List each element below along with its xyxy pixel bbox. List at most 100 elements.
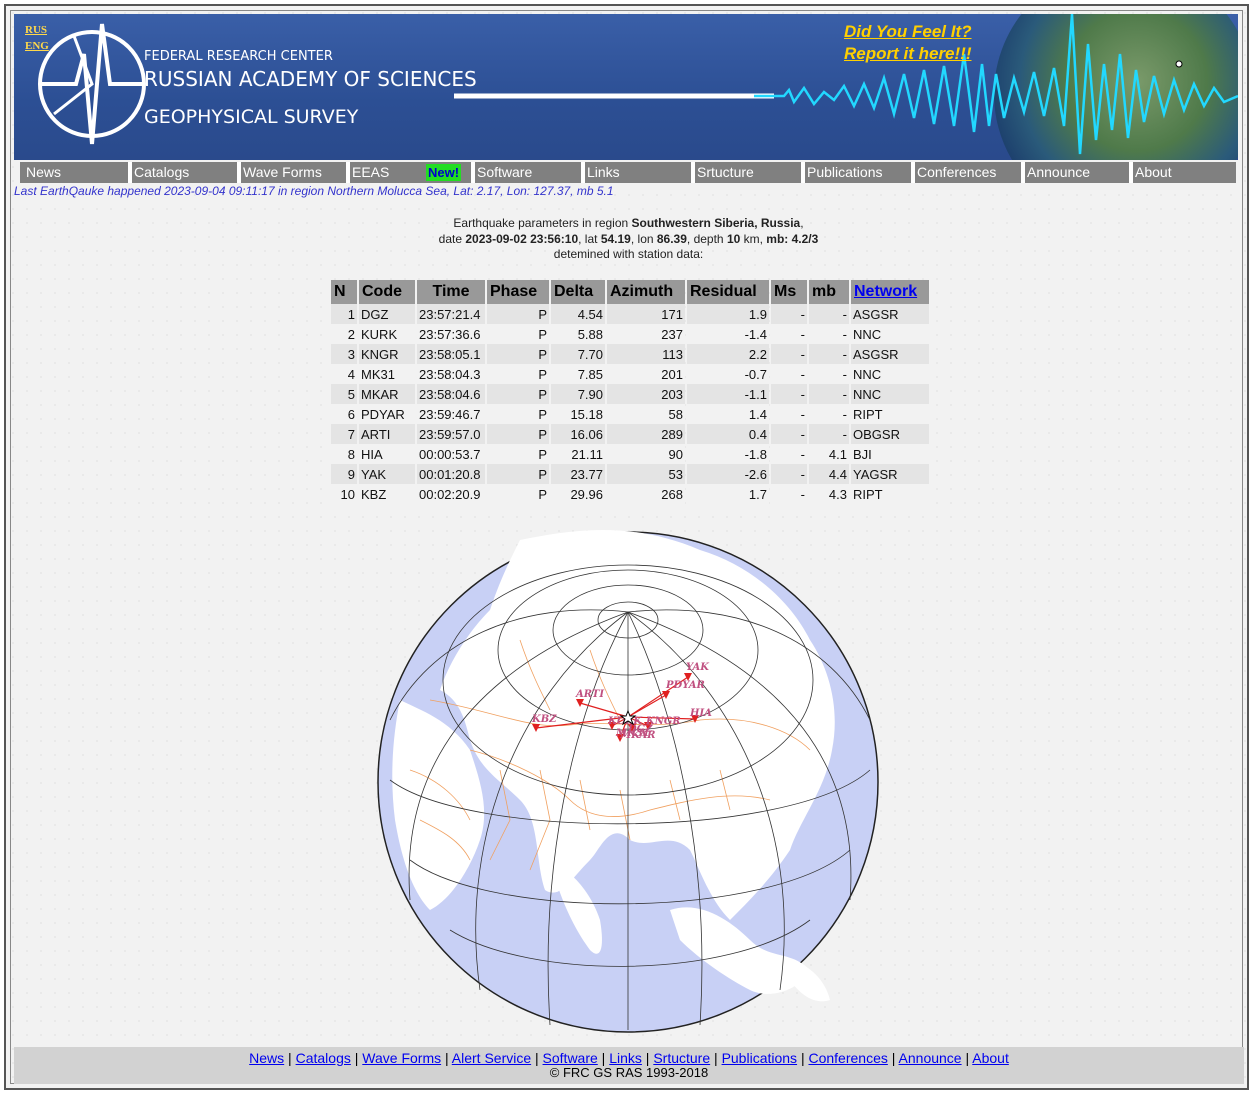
cell-residual: -2.6 [687,464,769,484]
table-row: 2 KURK 23:57:36.6 P 5.88 237 -1.4- - NNC [331,324,929,344]
table-row: 8 HIA 00:00:53.7 P 21.11 90 -1.8-4.1 BJI [331,444,929,464]
cell-n: 6 [331,404,357,424]
cell-residual: -0.7 [687,364,769,384]
report-it-link[interactable]: Report it here!!! [844,44,972,64]
table-row: 9 YAK 00:01:20.8 P 23.77 53 -2.6-4.4 YAGSR [331,464,929,484]
cell-code: HIA [359,444,415,464]
cell-residual: -1.1 [687,384,769,404]
cell-delta: 29.96 [551,484,605,504]
cell-n: 7 [331,424,357,444]
org-line3: GEOPHYSICAL SURVEY [144,106,359,128]
cell-ms: - [771,404,807,424]
cell-mb: - [809,384,849,404]
footer-structure[interactable]: Srtucture [653,1050,710,1066]
col-phase: Phase [487,280,549,304]
col-code: Code [359,280,415,304]
cell-time: 23:57:36.6 [417,324,485,344]
footer-announce[interactable]: Announce [899,1050,962,1066]
cell-delta: 15.18 [551,404,605,424]
cell-time: 23:59:46.7 [417,404,485,424]
nav-software[interactable]: Software [471,162,581,183]
cell-n: 3 [331,344,357,364]
footer-conferences[interactable]: Conferences [808,1050,887,1066]
cell-ms: - [771,304,807,324]
footer: News | Catalogs | Wave Forms | Alert Ser… [14,1047,1244,1084]
nav-conferences[interactable]: Conferences [911,162,1021,183]
cell-delta: 21.11 [551,444,605,464]
params-lat: 54.19 [600,231,631,246]
nav-catalogs[interactable]: Catalogs [128,162,238,183]
cell-ms: - [771,364,807,384]
footer-news[interactable]: News [249,1050,284,1066]
footer-software[interactable]: Software [543,1050,598,1066]
cell-network: OBGSR [851,424,929,444]
cell-network: RIPT [851,404,929,424]
nav-about[interactable]: About [1129,162,1236,183]
cell-delta: 7.90 [551,384,605,404]
nav-links[interactable]: Links [581,162,691,183]
cell-ms: - [771,464,807,484]
lang-rus-link[interactable]: RUS [25,24,47,36]
cell-n: 10 [331,484,357,504]
cell-delta: 23.77 [551,464,605,484]
did-you-feel-it-link[interactable]: Did You Feel It? [844,22,972,42]
nav-structure[interactable]: Srtucture [691,162,801,183]
cell-time: 23:59:57.0 [417,424,485,444]
cell-phase: P [487,404,549,424]
cell-residual: -1.8 [687,444,769,464]
footer-links-link[interactable]: Links [609,1050,642,1066]
cell-network: ASGSR [851,304,929,324]
nav-news[interactable]: News [20,162,128,183]
cell-residual: 1.9 [687,304,769,324]
nav-wave-forms[interactable]: Wave Forms [237,162,347,183]
cell-azimuth: 90 [607,444,685,464]
cell-azimuth: 289 [607,424,685,444]
label-arti: ARTI [575,689,604,700]
cell-phase: P [487,464,549,484]
new-badge[interactable]: New! [426,164,462,181]
epicenter-marker [1175,60,1183,68]
label-pdyar: PDYAR [665,680,705,691]
footer-publications[interactable]: Publications [722,1050,798,1066]
station-table: N Code Time Phase Delta Azimuth Residual… [329,280,931,504]
cell-delta: 7.70 [551,344,605,364]
nav-publications[interactable]: Publications [801,162,911,183]
table-row: 5 MKAR 23:58:04.6 P 7.90 203 -1.1- - NNC [331,384,929,404]
table-row: 4 MK31 23:58:04.3 P 7.85 201 -0.7- - NNC [331,364,929,384]
col-time: Time [417,280,485,304]
nav-announce[interactable]: Announce [1021,162,1129,183]
cell-code: DGZ [359,304,415,324]
cell-network: NNC [851,324,929,344]
footer-catalogs[interactable]: Catalogs [296,1050,351,1066]
footer-about[interactable]: About [972,1050,1009,1066]
table-row: 3 KNGR 23:58:05.1 P 7.70 113 2.2- - ASGSR [331,344,929,364]
table-row: 1 DGZ 23:57:21.4 P 4.54 171 1.9- - ASGSR [331,304,929,324]
footer-wave-forms[interactable]: Wave Forms [362,1050,441,1066]
cell-time: 00:01:20.8 [417,464,485,484]
cell-code: ARTI [359,424,415,444]
network-link[interactable]: Network [854,283,917,300]
cell-delta: 16.06 [551,424,605,444]
label-dgz: DGZ [627,724,653,735]
cell-azimuth: 53 [607,464,685,484]
table-row: 7 ARTI 23:59:57.0 P 16.06 289 0.4- - OBGSR [331,424,929,444]
table-header-row: N Code Time Phase Delta Azimuth Residual… [331,280,929,304]
last-earthquake-ticker[interactable]: Last EarthQauke happened 2023-09-04 09:1… [14,184,614,198]
lang-eng-link[interactable]: ENG [25,40,49,52]
cell-mb: 4.3 [809,484,849,504]
col-residual: Residual [687,280,769,304]
cell-mb: - [809,364,849,384]
params-line3: detemined with station data: [553,247,704,261]
cell-ms: - [771,424,807,444]
cell-azimuth: 203 [607,384,685,404]
main-nav: News Catalogs Wave Forms EEAS Software L… [20,162,1236,183]
cell-ms: - [771,344,807,364]
cell-delta: 4.54 [551,304,605,324]
footer-alert-service[interactable]: Alert Service [452,1050,531,1066]
cell-network: BJI [851,444,929,464]
col-network-link[interactable]: Network [851,280,929,304]
table-row: 10 KBZ 00:02:20.9 P 29.96 268 1.7-4.3 RIPT [331,484,929,504]
cell-phase: P [487,384,549,404]
col-n: N [331,280,357,304]
label-hia: HIA [689,708,712,719]
